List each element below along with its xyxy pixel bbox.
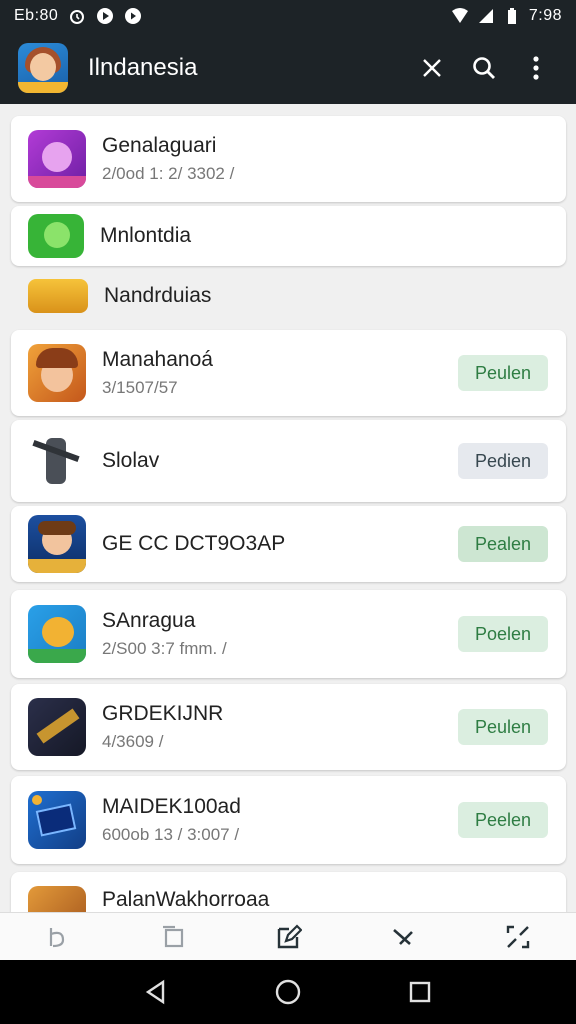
- app-icon: [28, 130, 86, 188]
- status-left-text: Eb:80: [14, 7, 59, 24]
- home-button[interactable]: [266, 970, 310, 1014]
- list-item[interactable]: Slolav Pedien: [11, 420, 566, 502]
- recents-button[interactable]: [398, 970, 442, 1014]
- close-icon: [423, 59, 441, 77]
- home-icon: [275, 979, 301, 1005]
- list-item[interactable]: Manahanoá 3/1507/57 Peulen: [11, 330, 566, 416]
- more-options-button[interactable]: [510, 42, 562, 94]
- copy-icon: [162, 925, 183, 947]
- open-button[interactable]: Pealen: [458, 526, 548, 562]
- edit-button[interactable]: [264, 917, 312, 957]
- open-button[interactable]: Peulen: [458, 709, 548, 745]
- open-button[interactable]: Pedien: [458, 443, 548, 479]
- open-button[interactable]: Peelen: [458, 802, 548, 838]
- expand-icon: [507, 925, 530, 948]
- search-icon: [473, 57, 495, 79]
- back-button[interactable]: [134, 970, 178, 1014]
- app-icon: [28, 791, 86, 849]
- signal-icon: [478, 9, 493, 23]
- app-icon: [28, 214, 84, 258]
- battery-icon: [507, 8, 516, 24]
- app-bar: Ilndanesia: [0, 32, 576, 104]
- app-icon: [28, 344, 86, 402]
- app-icon: [28, 698, 86, 756]
- expand-button[interactable]: [494, 917, 542, 957]
- copy-button[interactable]: [149, 917, 197, 957]
- list-item[interactable]: GRDEKIJNR 4/3609 / Peulen: [11, 684, 566, 770]
- more-vert-icon: [533, 56, 539, 80]
- open-button[interactable]: Peulen: [458, 355, 548, 391]
- back-icon: [145, 979, 165, 1005]
- app-name: Mnlontdia: [100, 224, 192, 247]
- app-title: Ilndanesia: [88, 54, 198, 81]
- recents-icon: [409, 981, 431, 1003]
- undo-button[interactable]: [34, 917, 82, 957]
- app-icon: [28, 605, 86, 663]
- list-item[interactable]: Nandrduias: [11, 270, 566, 322]
- list-item[interactable]: MAIDEK100ad 600ob 13 / 3:007 / Peelen: [11, 776, 566, 864]
- status-bar: Eb:80 7:98: [0, 0, 576, 32]
- open-button[interactable]: Poelen: [458, 616, 548, 652]
- app-list: Genalaguari 2/0od 1: 2/ 3302 / Mnlontdia …: [0, 104, 576, 912]
- list-item[interactable]: Mnlontdia: [11, 206, 566, 266]
- app-icon: [28, 432, 86, 490]
- edit-icon: [277, 923, 302, 948]
- list-item[interactable]: GE CC DCT9O3AP Pealen: [11, 506, 566, 582]
- app-logo: [18, 43, 68, 93]
- search-button[interactable]: [458, 42, 510, 94]
- play-icon: [97, 8, 114, 24]
- app-name: Genalaguari: [102, 134, 217, 157]
- bottom-toolbar: [0, 912, 576, 960]
- play-circle-icon: [125, 8, 142, 24]
- app-icon: [28, 279, 88, 313]
- tools-icon: [393, 928, 414, 945]
- close-button[interactable]: [406, 42, 458, 94]
- tools-button[interactable]: [379, 917, 427, 957]
- app-name: PalanWakhorroaa: [102, 888, 270, 911]
- list-item[interactable]: PalanWakhorroaa: [11, 872, 566, 912]
- alarm-icon: [70, 10, 85, 24]
- list-item[interactable]: SAnragua 2/S00 3:7 fmm. / Poelen: [11, 590, 566, 678]
- app-name: Nandrduias: [104, 284, 212, 307]
- undo-icon: [49, 927, 64, 947]
- status-time: 7:98: [528, 7, 562, 24]
- wifi-icon: [451, 8, 468, 23]
- app-sub: 2/0od 1: 2/ 3302 /: [102, 164, 235, 183]
- app-icon: [28, 515, 86, 573]
- app-icon: [28, 886, 86, 912]
- list-item[interactable]: Genalaguari 2/0od 1: 2/ 3302 /: [11, 116, 566, 202]
- system-nav-bar: [0, 960, 576, 1024]
